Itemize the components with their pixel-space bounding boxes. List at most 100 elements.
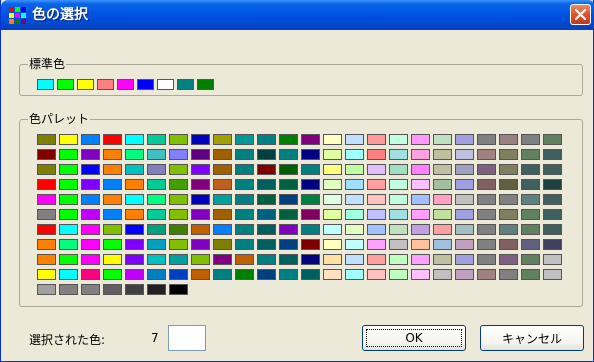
palette-swatch[interactable] [191, 239, 210, 250]
standard-swatch[interactable] [137, 79, 154, 90]
palette-swatch[interactable] [499, 164, 518, 175]
palette-swatch[interactable] [235, 179, 254, 190]
palette-swatch[interactable] [169, 149, 188, 160]
palette-swatch[interactable] [125, 134, 144, 145]
palette-swatch[interactable] [499, 254, 518, 265]
palette-swatch[interactable] [367, 194, 386, 205]
palette-swatch[interactable] [213, 134, 232, 145]
palette-swatch[interactable] [543, 269, 562, 280]
palette-swatch[interactable] [323, 254, 342, 265]
palette-swatch[interactable] [411, 239, 430, 250]
palette-swatch[interactable] [59, 179, 78, 190]
palette-swatch[interactable] [433, 134, 452, 145]
palette-swatch[interactable] [499, 134, 518, 145]
palette-swatch[interactable] [411, 194, 430, 205]
palette-swatch[interactable] [433, 149, 452, 160]
palette-swatch[interactable] [213, 149, 232, 160]
palette-swatch[interactable] [521, 194, 540, 205]
palette-swatch[interactable] [279, 209, 298, 220]
palette-swatch[interactable] [433, 239, 452, 250]
palette-swatch[interactable] [521, 179, 540, 190]
palette-swatch[interactable] [543, 239, 562, 250]
palette-swatch[interactable] [345, 179, 364, 190]
palette-swatch[interactable] [455, 194, 474, 205]
palette-swatch[interactable] [477, 254, 496, 265]
palette-swatch[interactable] [81, 134, 100, 145]
palette-swatch[interactable] [367, 254, 386, 265]
palette-swatch[interactable] [345, 254, 364, 265]
palette-swatch[interactable] [147, 209, 166, 220]
palette-swatch[interactable] [103, 134, 122, 145]
palette-swatch[interactable] [499, 194, 518, 205]
palette-swatch[interactable] [125, 269, 144, 280]
palette-swatch[interactable] [37, 284, 56, 295]
palette-swatch[interactable] [59, 164, 78, 175]
palette-swatch[interactable] [81, 209, 100, 220]
palette-swatch[interactable] [191, 224, 210, 235]
palette-swatch[interactable] [411, 149, 430, 160]
palette-swatch[interactable] [455, 149, 474, 160]
palette-swatch[interactable] [323, 224, 342, 235]
palette-swatch[interactable] [367, 269, 386, 280]
palette-swatch[interactable] [279, 254, 298, 265]
palette-swatch[interactable] [81, 269, 100, 280]
palette-swatch[interactable] [279, 239, 298, 250]
palette-swatch[interactable] [279, 269, 298, 280]
palette-swatch[interactable] [389, 194, 408, 205]
palette-swatch[interactable] [81, 254, 100, 265]
palette-swatch[interactable] [301, 269, 320, 280]
palette-swatch[interactable] [301, 254, 320, 265]
palette-swatch[interactable] [433, 164, 452, 175]
palette-swatch[interactable] [389, 254, 408, 265]
palette-swatch[interactable] [103, 209, 122, 220]
palette-swatch[interactable] [323, 239, 342, 250]
standard-swatch[interactable] [37, 79, 54, 90]
palette-swatch[interactable] [521, 149, 540, 160]
palette-swatch[interactable] [521, 164, 540, 175]
palette-swatch[interactable] [521, 239, 540, 250]
palette-swatch[interactable] [433, 179, 452, 190]
palette-swatch[interactable] [455, 239, 474, 250]
palette-swatch[interactable] [169, 209, 188, 220]
palette-swatch[interactable] [191, 254, 210, 265]
palette-swatch[interactable] [257, 269, 276, 280]
palette-swatch[interactable] [37, 269, 56, 280]
palette-swatch[interactable] [213, 194, 232, 205]
palette-swatch[interactable] [389, 224, 408, 235]
palette-swatch[interactable] [125, 224, 144, 235]
palette-swatch[interactable] [191, 134, 210, 145]
standard-swatch[interactable] [117, 79, 134, 90]
palette-swatch[interactable] [125, 164, 144, 175]
palette-swatch[interactable] [543, 149, 562, 160]
palette-swatch[interactable] [521, 134, 540, 145]
palette-swatch[interactable] [235, 269, 254, 280]
palette-swatch[interactable] [235, 164, 254, 175]
palette-swatch[interactable] [323, 194, 342, 205]
palette-swatch[interactable] [279, 149, 298, 160]
palette-swatch[interactable] [367, 179, 386, 190]
palette-swatch[interactable] [213, 254, 232, 265]
palette-swatch[interactable] [455, 164, 474, 175]
palette-swatch[interactable] [367, 209, 386, 220]
palette-swatch[interactable] [37, 209, 56, 220]
palette-swatch[interactable] [301, 209, 320, 220]
palette-swatch[interactable] [367, 149, 386, 160]
palette-swatch[interactable] [37, 164, 56, 175]
palette-swatch[interactable] [543, 209, 562, 220]
palette-swatch[interactable] [477, 224, 496, 235]
palette-swatch[interactable] [477, 134, 496, 145]
palette-swatch[interactable] [411, 134, 430, 145]
palette-swatch[interactable] [257, 164, 276, 175]
palette-swatch[interactable] [191, 269, 210, 280]
palette-swatch[interactable] [213, 269, 232, 280]
palette-swatch[interactable] [169, 254, 188, 265]
palette-swatch[interactable] [191, 164, 210, 175]
palette-swatch[interactable] [389, 239, 408, 250]
palette-swatch[interactable] [59, 194, 78, 205]
palette-swatch[interactable] [477, 179, 496, 190]
palette-swatch[interactable] [301, 149, 320, 160]
palette-swatch[interactable] [169, 284, 188, 295]
palette-swatch[interactable] [323, 269, 342, 280]
palette-swatch[interactable] [367, 164, 386, 175]
palette-swatch[interactable] [521, 224, 540, 235]
